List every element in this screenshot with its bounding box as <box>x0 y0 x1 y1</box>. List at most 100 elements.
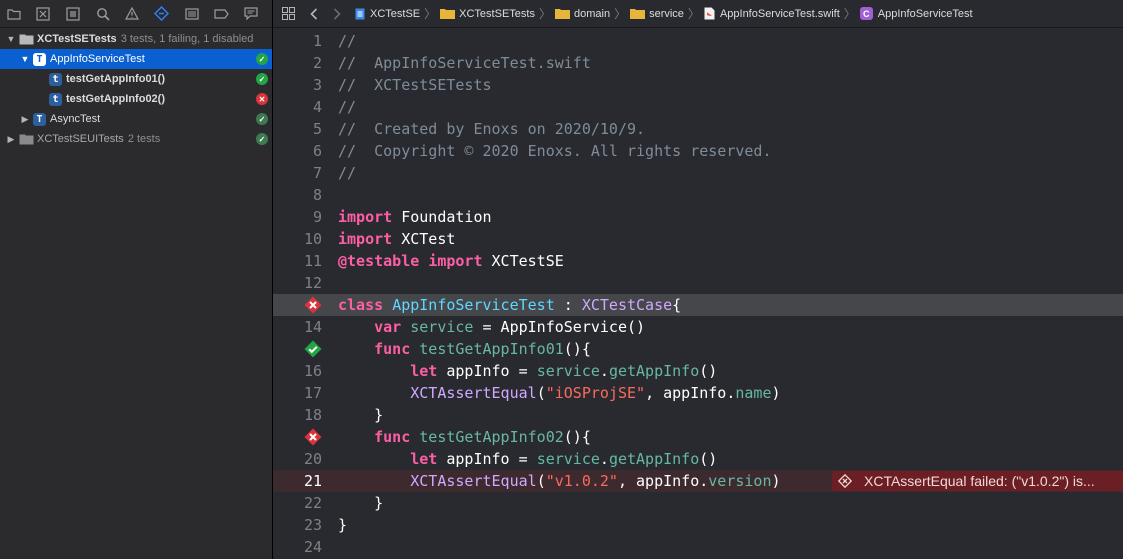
line-number[interactable]: 16 <box>273 360 322 382</box>
line-number[interactable]: 7 <box>273 162 322 184</box>
code-line[interactable]: 18 } <box>273 404 1123 426</box>
folder-icon[interactable] <box>5 5 22 23</box>
code-line[interactable]: 1 // <box>273 30 1123 52</box>
line-number[interactable]: 10 <box>273 228 322 250</box>
code-text: class AppInfoServiceTest : XCTestCase{ <box>338 294 681 316</box>
code-line[interactable]: 9 import Foundation <box>273 206 1123 228</box>
disclosure-expanded-icon[interactable]: ▼ <box>20 54 30 64</box>
line-number[interactable]: 9 <box>273 206 322 228</box>
code-line[interactable]: 8 <box>273 184 1123 206</box>
test-pass-icon[interactable]: ✓ <box>256 73 268 85</box>
code-line[interactable]: 20 let appInfo = service.getAppInfo() <box>273 448 1123 470</box>
line-number[interactable]: 21 <box>273 470 322 492</box>
test-fail-diamond-icon[interactable] <box>304 428 322 446</box>
search-icon[interactable] <box>94 5 111 23</box>
back-arrow-icon[interactable] <box>303 7 325 20</box>
code-line[interactable]: 7 // <box>273 162 1123 184</box>
line-number[interactable]: 2 <box>273 52 322 74</box>
code-token: // Copyright © 2020 Enoxs. All rights re… <box>338 142 772 160</box>
test-navigator-icon[interactable] <box>153 5 170 23</box>
line-number[interactable]: 4 <box>273 96 322 118</box>
code-line[interactable]: 17 XCTAssertEqual("iOSProjSE", appInfo.n… <box>273 382 1123 404</box>
line-number[interactable]: 8 <box>273 184 322 206</box>
tree-row-test-bundle[interactable]: ▼ XCTestSETests 3 tests, 1 failing, 1 di… <box>0 29 272 49</box>
symbol-icon[interactable] <box>64 5 81 23</box>
test-pass-diamond-icon[interactable] <box>304 340 322 358</box>
related-items-icon[interactable] <box>273 7 303 20</box>
code-token: name <box>735 384 772 402</box>
test-pass-icon[interactable]: ✓ <box>256 133 268 145</box>
code-line[interactable]: 4 // <box>273 96 1123 118</box>
disclosure-collapsed-icon[interactable]: ▶ <box>20 114 30 125</box>
issue-icon[interactable] <box>124 5 141 23</box>
error-diamond-icon <box>838 474 852 488</box>
line-number[interactable]: 20 <box>273 448 322 470</box>
debug-icon[interactable] <box>183 5 200 23</box>
code-token: XCTest <box>392 230 456 248</box>
breadcrumb-group[interactable]: XCTestSETests <box>440 8 535 20</box>
code-line[interactable]: 2 // AppInfoServiceTest.swift <box>273 52 1123 74</box>
line-number[interactable]: 12 <box>273 272 322 294</box>
code-line[interactable]: 3 // XCTestSETests <box>273 74 1123 96</box>
breadcrumb-label: XCTestSE <box>370 7 421 20</box>
breakpoint-icon[interactable] <box>213 5 230 23</box>
code-line[interactable]: 24 <box>273 536 1123 558</box>
line-number[interactable]: 23 <box>273 514 322 536</box>
code-text: } <box>338 514 347 536</box>
code-line[interactable]: 6 // Copyright © 2020 Enoxs. All rights r… <box>273 140 1123 162</box>
disclosure-expanded-icon[interactable]: ▼ <box>6 34 16 44</box>
code-text: func testGetAppInfo01(){ <box>338 338 591 360</box>
test-fail-icon[interactable]: ✕ <box>256 93 268 105</box>
class-symbol-icon: C <box>859 7 873 20</box>
breadcrumb-label: AppInfoServiceTest.swift <box>719 7 840 20</box>
code-line[interactable]: 12 <box>273 272 1123 294</box>
source-control-icon[interactable] <box>35 5 52 23</box>
code-text: let appInfo = service.getAppInfo() <box>338 360 717 382</box>
code-line[interactable]: 14 var service = AppInfoService() <box>273 316 1123 338</box>
test-fail-diamond-icon[interactable] <box>304 296 322 314</box>
disclosure-collapsed-icon[interactable]: ▶ <box>6 134 16 145</box>
tree-row-test-bundle[interactable]: ▶ XCTestSEUITests 2 tests ✓ <box>0 129 272 149</box>
breadcrumb-group[interactable]: domain <box>554 8 610 20</box>
line-number[interactable]: 11 <box>273 250 322 272</box>
line-number[interactable]: 3 <box>273 74 322 96</box>
line-number[interactable]: 22 <box>273 492 322 514</box>
code-line[interactable]: 10 import XCTest <box>273 228 1123 250</box>
code-line[interactable]: 5 // Created by Enoxs on 2020/10/9. <box>273 118 1123 140</box>
line-number[interactable]: 24 <box>273 536 322 558</box>
line-number[interactable]: 18 <box>273 404 322 426</box>
breadcrumb-group[interactable]: service <box>630 8 684 20</box>
code-editor[interactable]: 1 // 2 // AppInfoServiceTest.swift 3 // XCTes… <box>273 29 1123 559</box>
code-line[interactable]: 16 let appInfo = service.getAppInfo() <box>273 360 1123 382</box>
breadcrumb-project[interactable]: XCTestSE <box>355 8 420 20</box>
code-line[interactable]: 11 @testable import XCTestSE <box>273 250 1123 272</box>
line-number[interactable]: 14 <box>273 316 322 338</box>
tree-row-test-class[interactable]: ▼ T AppInfoServiceTest ✓ <box>0 49 272 69</box>
code-line[interactable]: class AppInfoServiceTest : XCTestCase{ <box>273 294 1123 316</box>
tree-row-test-class[interactable]: ▶ T AsyncTest ✓ <box>0 109 272 129</box>
breadcrumb-symbol[interactable]: C AppInfoServiceTest <box>859 7 973 20</box>
tree-row-label: testGetAppInfo02() <box>66 93 165 105</box>
line-number[interactable]: 17 <box>273 382 322 404</box>
tree-row-test-method[interactable]: t testGetAppInfo02() ✕ <box>0 89 272 109</box>
breadcrumb-file[interactable]: AppInfoServiceTest.swift <box>704 7 840 20</box>
line-number[interactable]: 6 <box>273 140 322 162</box>
tree-row-test-method[interactable]: t testGetAppInfo01() ✓ <box>0 69 272 89</box>
code-line[interactable]: 21 XCTAssertEqual("v1.0.2", appInfo.vers… <box>273 470 1123 492</box>
code-line[interactable]: func testGetAppInfo01(){ <box>273 338 1123 360</box>
forward-arrow-icon[interactable] <box>325 7 349 20</box>
run-test-button[interactable]: ✓ <box>256 53 268 65</box>
test-pass-icon[interactable]: ✓ <box>256 113 268 125</box>
code-token: let <box>410 362 438 380</box>
code-token: import <box>338 230 393 248</box>
report-icon[interactable] <box>242 5 259 23</box>
line-number[interactable]: 5 <box>273 118 322 140</box>
code-line[interactable]: 22 } <box>273 492 1123 514</box>
line-number[interactable]: 1 <box>273 30 322 52</box>
code-line[interactable]: 23} <box>273 514 1123 536</box>
code-line[interactable]: func testGetAppInfo02(){ <box>273 426 1123 448</box>
error-banner[interactable]: XCTAssertEqual failed: ("v1.0.2") is... <box>832 471 1123 491</box>
